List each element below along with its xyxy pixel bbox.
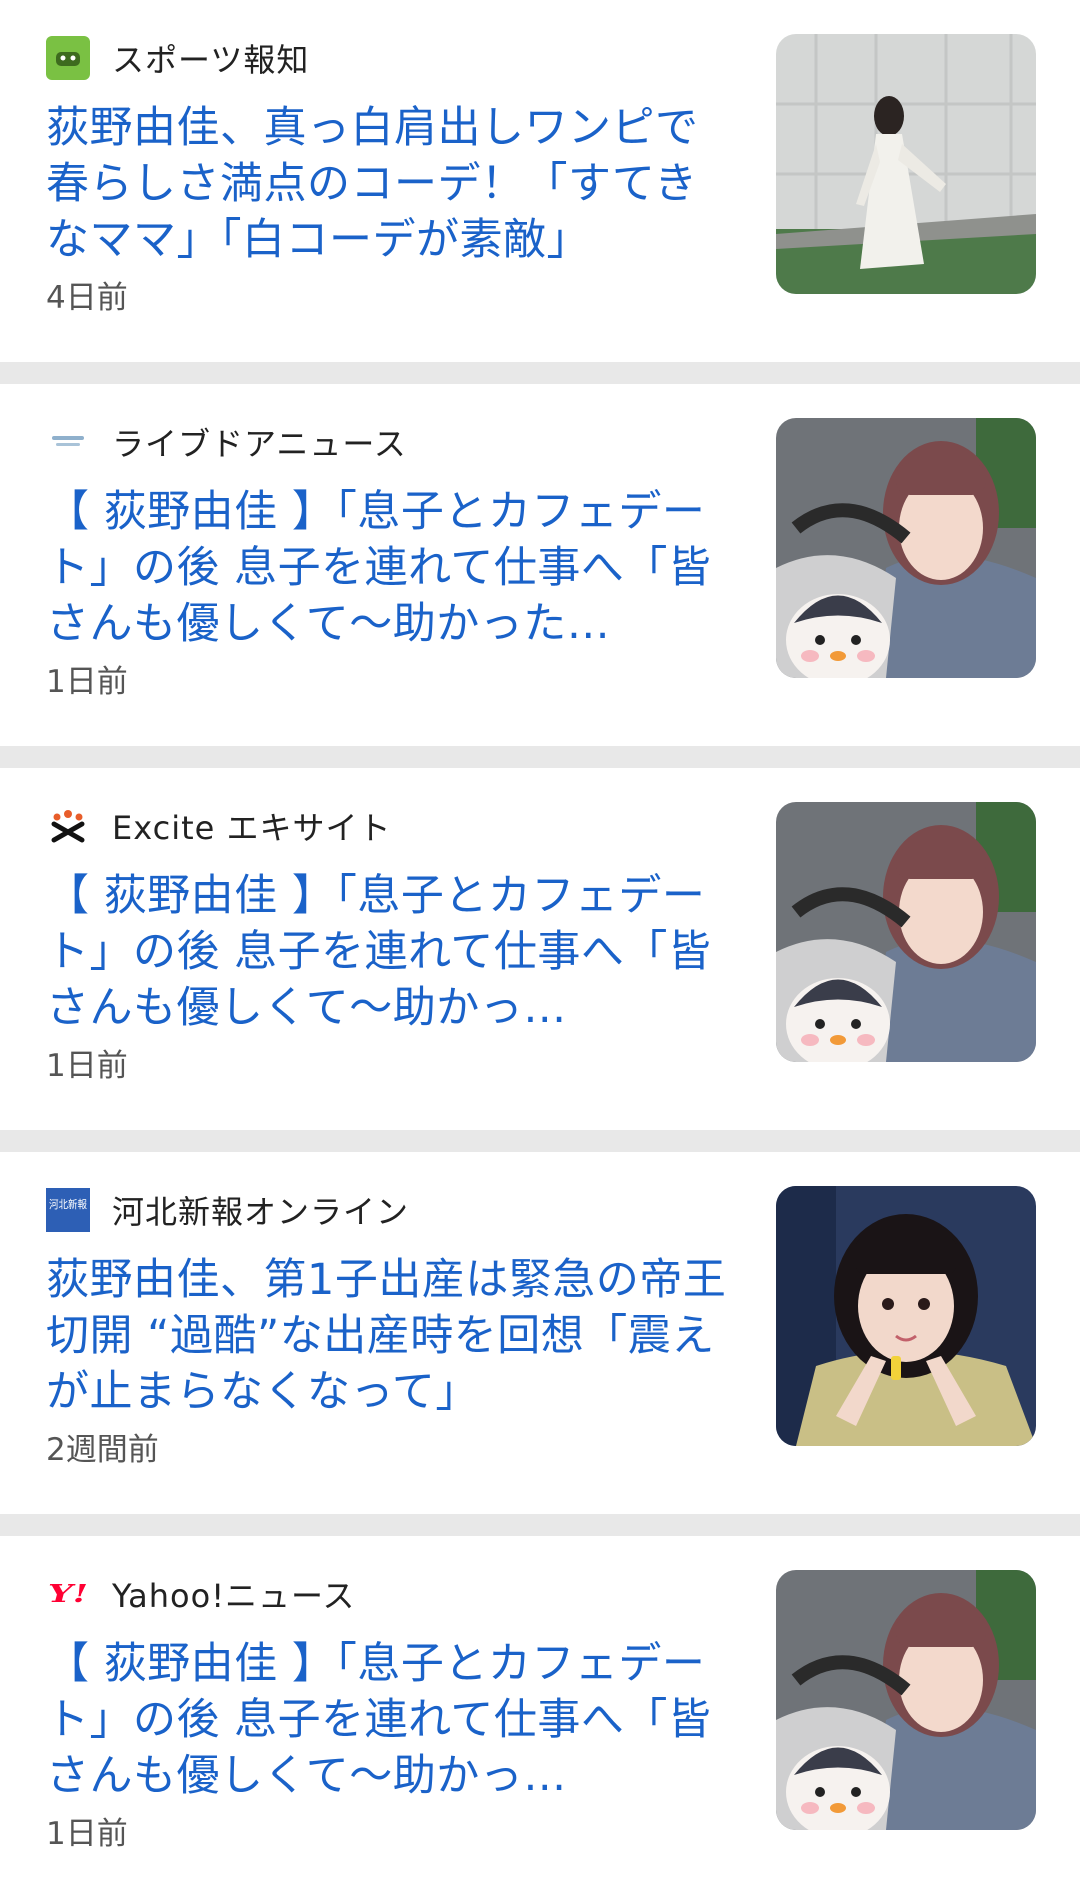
news-card[interactable]: 河北新報 河北新報オンライン 荻野由佳、第1子出産は緊急の帝王切開 “過酷”な出… (0, 1152, 1080, 1514)
article-thumbnail[interactable] (776, 802, 1036, 1062)
article-thumbnail[interactable] (776, 1570, 1036, 1830)
source-name: Excite エキサイト (112, 809, 392, 847)
news-card[interactable]: Excite エキサイト 【 荻野由佳 】「息子とカフェデート」の後 息子を連れ… (0, 768, 1080, 1130)
source-row: ライブドアニュース (46, 420, 407, 464)
kahoku-logo-text: 河北新報 (49, 1197, 87, 1211)
article-headline[interactable]: 【 荻野由佳 】「息子とカフェデート」の後 息子を連れて仕事へ「皆さんも優しくて… (46, 1636, 736, 1804)
article-headline[interactable]: 【 荻野由佳 】「息子とカフェデート」の後 息子を連れて仕事へ「皆さんも優しくて… (46, 484, 736, 652)
card-divider (0, 746, 1080, 768)
article-age: 4日前 (46, 280, 128, 316)
article-thumbnail[interactable] (776, 34, 1036, 294)
news-card[interactable]: Y! Yahoo!ニュース 【 荻野由佳 】「息子とカフェデート」の後 息子を連… (0, 1536, 1080, 1898)
article-thumbnail[interactable] (776, 418, 1036, 678)
source-row: Excite エキサイト (46, 804, 392, 848)
card-divider (0, 362, 1080, 384)
article-headline[interactable]: 【 荻野由佳 】「息子とカフェデート」の後 息子を連れて仕事へ「皆さんも優しくて… (46, 868, 736, 1036)
source-name: スポーツ報知 (112, 41, 310, 79)
livedoor-logo-icon (46, 420, 90, 464)
article-age: 1日前 (46, 664, 128, 700)
article-age: 1日前 (46, 1816, 128, 1852)
source-row: Y! Yahoo!ニュース (46, 1572, 355, 1616)
kahoku-logo-icon: 河北新報 (46, 1188, 90, 1232)
source-name: 河北新報オンライン (112, 1193, 410, 1231)
source-row: スポーツ報知 (46, 36, 309, 80)
news-card[interactable]: スポーツ報知 荻野由佳、真っ白肩出しワンピで春らしさ満点のコーデ！「すてきなママ… (0, 0, 1080, 362)
card-divider (0, 1130, 1080, 1152)
hochi-logo-icon (46, 36, 90, 80)
excite-logo-icon (46, 804, 90, 848)
card-divider (0, 1514, 1080, 1536)
yahoo-logo-text: Y! (48, 1579, 88, 1608)
article-headline[interactable]: 荻野由佳、真っ白肩出しワンピで春らしさ満点のコーデ！「すてきなママ」「白コーデが… (46, 100, 736, 268)
yahoo-logo-icon: Y! (46, 1572, 90, 1616)
article-headline[interactable]: 荻野由佳、第1子出産は緊急の帝王切開 “過酷”な出産時を回想「震えが止まらなくな… (46, 1252, 736, 1420)
news-feed: スポーツ報知 荻野由佳、真っ白肩出しワンピで春らしさ満点のコーデ！「すてきなママ… (0, 0, 1080, 1898)
article-age: 1日前 (46, 1048, 128, 1084)
article-age: 2週間前 (46, 1432, 159, 1468)
news-card[interactable]: ライブドアニュース 【 荻野由佳 】「息子とカフェデート」の後 息子を連れて仕事… (0, 384, 1080, 746)
source-name: Yahoo!ニュース (112, 1577, 356, 1615)
source-name: ライブドアニュース (112, 425, 407, 463)
source-row: 河北新報 河北新報オンライン (46, 1188, 409, 1232)
article-thumbnail[interactable] (776, 1186, 1036, 1446)
